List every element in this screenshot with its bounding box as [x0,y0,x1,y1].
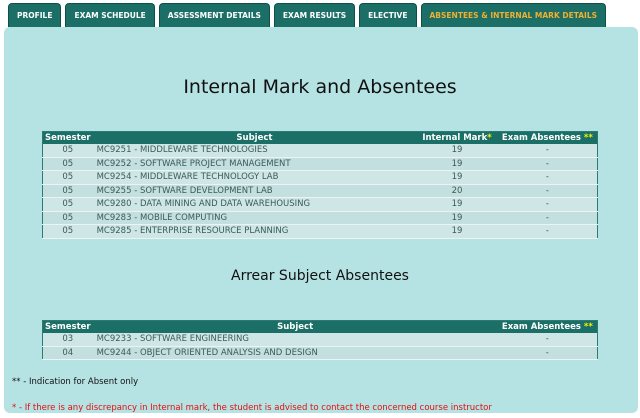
tab-bar: PROFILE EXAM SCHEDULE ASSESSMENT DETAILS… [8,3,607,27]
cell-internal-mark: 19 [416,157,498,171]
column-header-subject: Subject [92,131,417,144]
cell-subject: MC9255 - SOFTWARE DEVELOPMENT LAB [92,184,417,198]
column-header-internal-mark: Internal Mark* [416,131,498,144]
cell-semester: 03 [42,332,93,347]
column-header-semester: Semester [42,131,93,144]
cell-internal-mark: 20 [416,184,498,198]
cell-subject: MC9244 - OBJECT ORIENTED ANALYSIS AND DE… [92,346,498,360]
cell-semester: 05 [42,211,93,225]
cell-semester: 05 [42,157,93,171]
internal-mark-header-text: Internal Mark [422,132,488,143]
cell-internal-mark: 19 [416,170,498,185]
exam-absentees-header-text: Exam Absentees [501,321,584,332]
table-row: 04 MC9244 - OBJECT ORIENTED ANALYSIS AND … [42,346,598,360]
cell-subject: MC9233 - SOFTWARE ENGINEERING [92,332,498,347]
cell-exam-absentees: - [497,346,598,360]
table-row: 05 MC9255 - SOFTWARE DEVELOPMENT LAB 20- [42,184,598,198]
cell-exam-absentees: - [497,197,598,212]
cell-subject: MC9252 - SOFTWARE PROJECT MANAGEMENT [92,157,417,171]
cell-subject: MC9254 - MIDDLEWARE TECHNOLOGY LAB [92,170,417,185]
tab-profile[interactable]: PROFILE [8,3,62,27]
internal-mark-star: * [487,132,492,143]
table-row: 05 MC9283 - MOBILE COMPUTING 19- [42,211,598,225]
cell-internal-mark: 19 [416,143,498,158]
tab-exam-schedule[interactable]: EXAM SCHEDULE [65,3,155,27]
exam-absentees-star: ** [583,321,593,332]
cell-semester: 05 [42,143,93,158]
cell-exam-absentees: - [497,224,598,239]
internal-mark-table: Semester Subject Internal Mark* Exam Abs… [42,131,598,239]
cell-internal-mark: 19 [416,197,498,212]
cell-exam-absentees: - [497,211,598,225]
table-header-row: Semester Subject Internal Mark* Exam Abs… [42,131,598,144]
tab-elective[interactable]: ELECTIVE [359,3,417,27]
absent-indication-note: ** - Indication for Absent only [12,377,139,387]
column-header-subject: Subject [92,320,498,333]
table-row: 03 MC9233 - SOFTWARE ENGINEERING - [42,332,598,347]
page-title: Internal Mark and Absentees [183,76,457,98]
column-header-semester: Semester [42,320,93,333]
cell-exam-absentees: - [497,143,598,158]
cell-subject: MC9251 - MIDDLEWARE TECHNOLOGIES [92,143,417,158]
cell-subject: MC9285 - ENTERPRISE RESOURCE PLANNING [92,224,417,239]
exam-absentees-star: ** [583,132,593,143]
tab-exam-results[interactable]: EXAM RESULTS [273,3,356,27]
cell-semester: 05 [42,184,93,198]
table-row: 05 MC9251 - MIDDLEWARE TECHNOLOGIES 19- [42,143,598,158]
table-row: 05 MC9280 - DATA MINING AND DATA WAREHOUS… [42,197,598,212]
cell-semester: 04 [42,346,93,360]
cell-subject: MC9280 - DATA MINING AND DATA WAREHOUSIN… [92,197,417,212]
cell-exam-absentees: - [497,184,598,198]
table-header-row: Semester Subject Exam Absentees ** [42,320,598,333]
cell-internal-mark: 19 [416,211,498,225]
table-row: 05 MC9254 - MIDDLEWARE TECHNOLOGY LAB 19- [42,170,598,185]
cell-exam-absentees: - [497,157,598,171]
tab-absentees-internal-mark[interactable]: ABSENTEES & INTERNAL MARK DETAILS [420,3,607,27]
discrepancy-note: * - If there is any discrepancy in Inter… [12,403,492,413]
cell-semester: 05 [42,224,93,239]
exam-absentees-header-text: Exam Absentees [501,132,584,143]
cell-semester: 05 [42,197,93,212]
cell-exam-absentees: - [497,170,598,185]
cell-semester: 05 [42,170,93,185]
cell-subject: MC9283 - MOBILE COMPUTING [92,211,417,225]
column-header-exam-absentees: Exam Absentees ** [497,320,598,333]
arrear-section-title: Arrear Subject Absentees [231,268,409,284]
cell-internal-mark: 19 [416,224,498,239]
column-header-exam-absentees: Exam Absentees ** [497,131,598,144]
cell-exam-absentees: - [497,332,598,347]
table-row: 05 MC9252 - SOFTWARE PROJECT MANAGEMENT 19… [42,157,598,171]
tab-assessment-details[interactable]: ASSESSMENT DETAILS [158,3,270,27]
arrear-absentees-table: Semester Subject Exam Absentees ** 03 MC9… [42,320,598,360]
table-row: 05 MC9285 - ENTERPRISE RESOURCE PLANNING 1… [42,224,598,239]
